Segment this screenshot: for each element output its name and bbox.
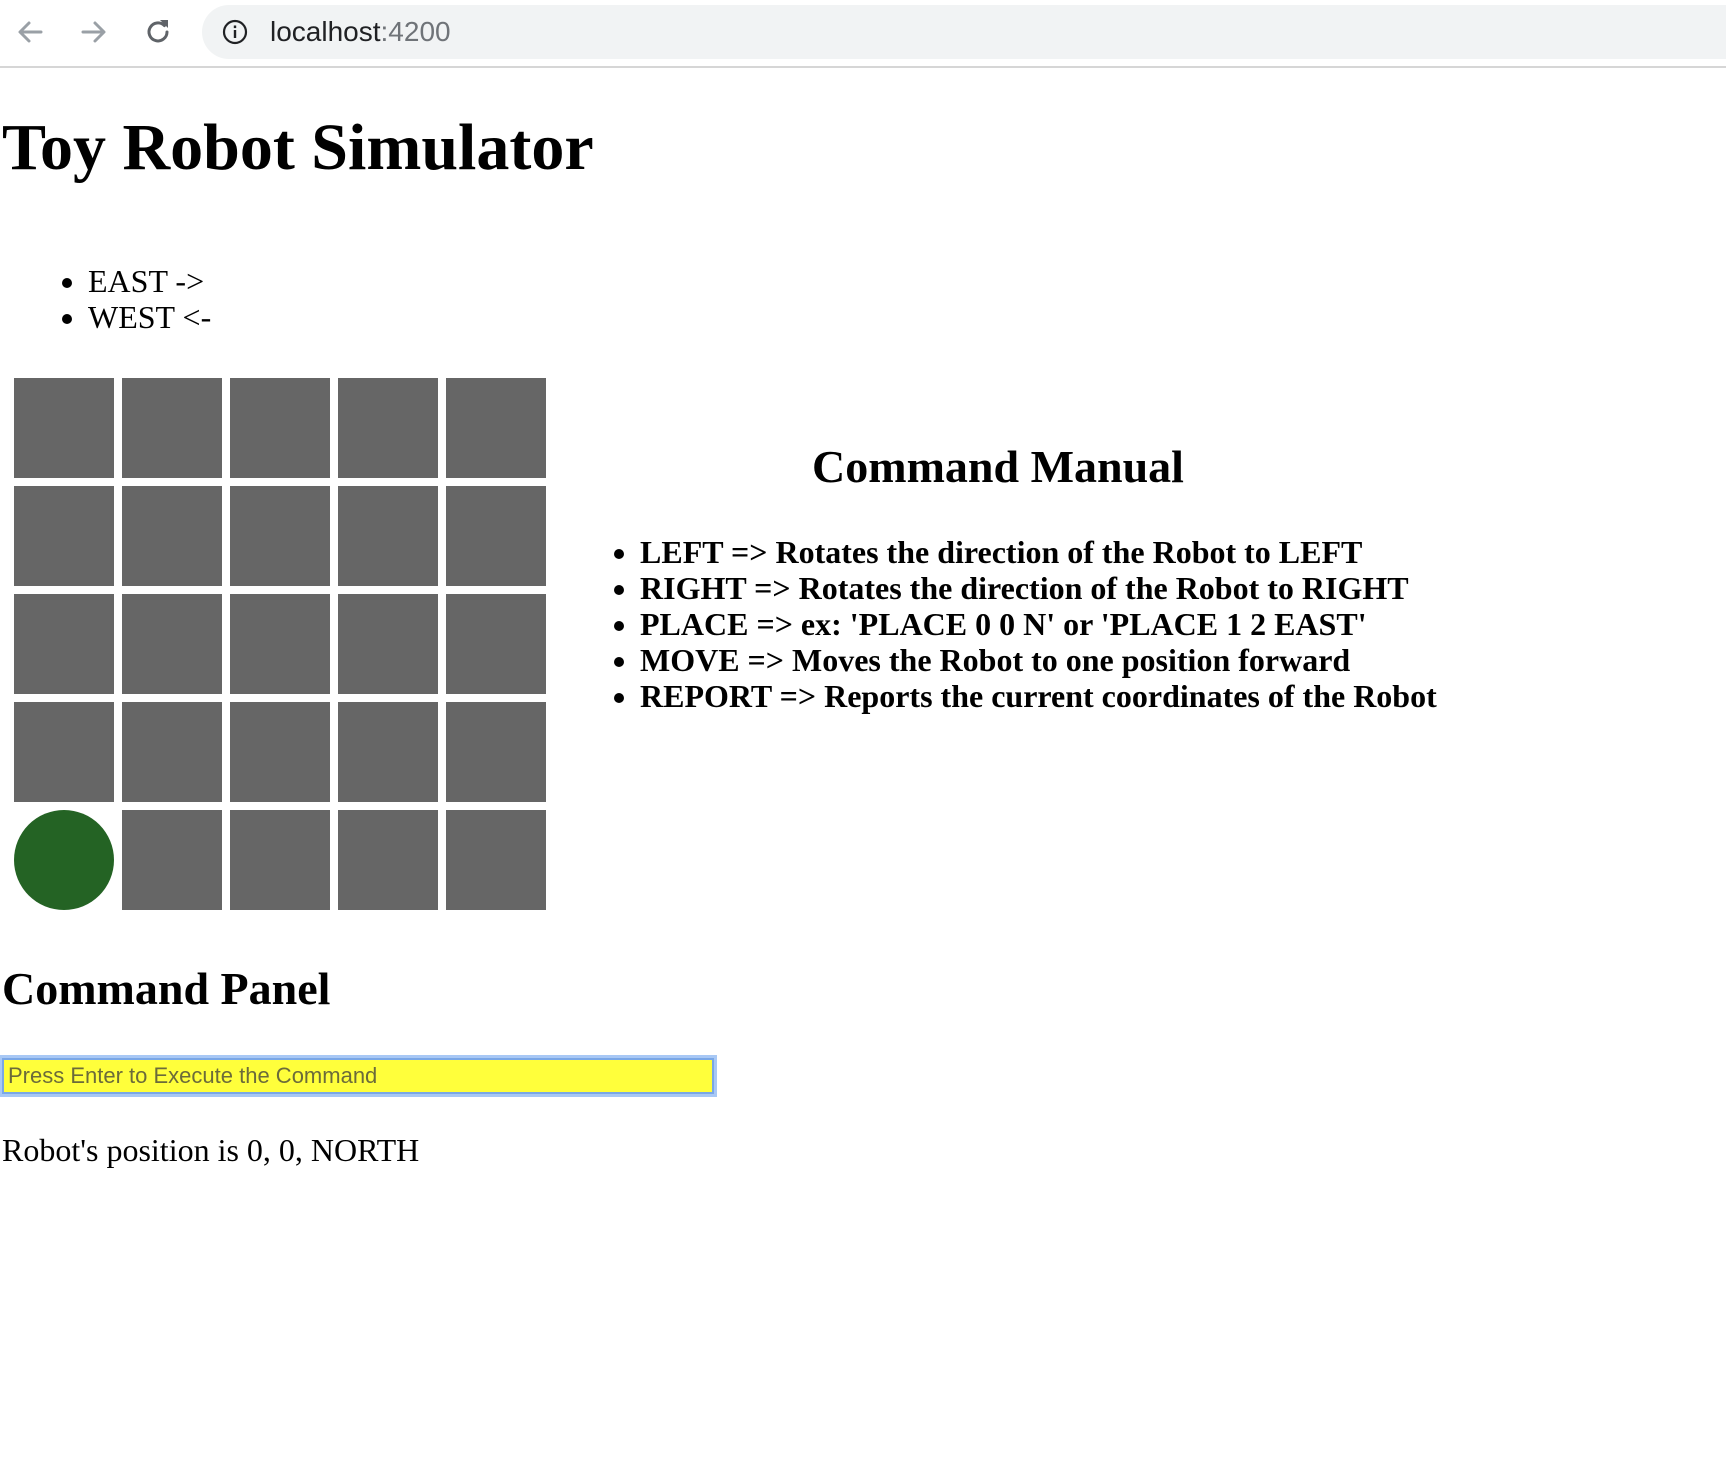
command-manual-heading: Command Manual (812, 441, 1184, 492)
command-panel-heading: Command Panel (2, 963, 331, 1014)
forward-button[interactable] (72, 10, 116, 54)
manual-item-place: PLACE => ex: 'PLACE 0 0 N' or 'PLACE 1 2… (640, 606, 1437, 642)
robot-marker (14, 810, 114, 910)
url-port: :4200 (380, 16, 451, 47)
manual-item-left: LEFT => Rotates the direction of the Rob… (640, 534, 1437, 570)
reload-button[interactable] (136, 10, 180, 54)
page-content: Toy Robot Simulator EAST -> WEST <- Comm… (0, 68, 1726, 1482)
board-cell (446, 810, 546, 910)
board-cell (230, 378, 330, 478)
board-cell (122, 810, 222, 910)
arrow-left-icon (18, 21, 43, 43)
board-cell (14, 378, 114, 478)
direction-item-west: WEST <- (88, 299, 211, 335)
board-cell (230, 810, 330, 910)
board-cell (446, 702, 546, 802)
page-title: Toy Robot Simulator (2, 111, 594, 184)
url-text[interactable]: localhost:4200 (270, 16, 451, 48)
arrow-right-icon (81, 21, 106, 43)
direction-legend: EAST -> WEST <- (0, 263, 211, 335)
board-cell (338, 378, 438, 478)
board-cell (122, 702, 222, 802)
manual-item-report: REPORT => Reports the current coordinate… (640, 678, 1437, 714)
reload-icon (147, 20, 169, 43)
manual-item-right: RIGHT => Rotates the direction of the Ro… (640, 570, 1437, 606)
board-cell (230, 702, 330, 802)
board-cell (122, 378, 222, 478)
board-cell (338, 810, 438, 910)
manual-item-move: MOVE => Moves the Robot to one position … (640, 642, 1437, 678)
back-button[interactable] (8, 10, 52, 54)
url-host: localhost (270, 16, 381, 47)
browser-toolbar: localhost:4200 (0, 0, 1726, 68)
direction-item-east: EAST -> (88, 263, 211, 299)
info-icon[interactable] (222, 19, 248, 45)
robot-position-status: Robot's position is 0, 0, NORTH (2, 1132, 420, 1168)
command-input[interactable] (0, 1055, 717, 1097)
board-cell (446, 378, 546, 478)
board-cell (338, 702, 438, 802)
command-manual-list: LEFT => Rotates the direction of the Rob… (0, 534, 1437, 714)
board-cell (14, 702, 114, 802)
address-bar[interactable]: localhost:4200 (202, 5, 1726, 59)
